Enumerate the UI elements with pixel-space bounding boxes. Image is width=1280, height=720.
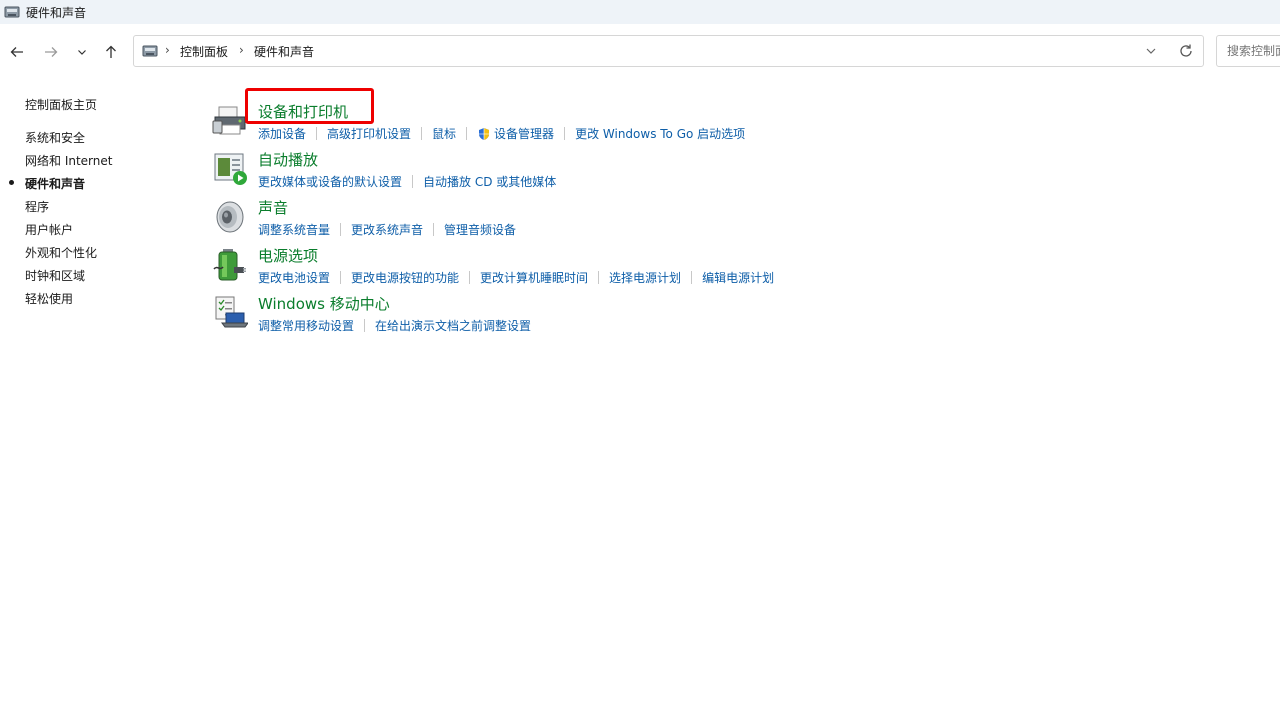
link-separator (364, 319, 366, 332)
forward-button[interactable] (39, 40, 63, 64)
sidebar-item-home[interactable]: 控制面板主页 (25, 96, 97, 113)
window-title: 硬件和声音 (26, 5, 87, 20)
breadcrumb-separator[interactable]: › (239, 43, 244, 57)
arrow-right-icon (45, 47, 58, 57)
link-separator (421, 127, 423, 140)
link-advanced-printer-settings[interactable]: 高级打印机设置 (327, 125, 411, 142)
category-title[interactable]: 自动播放 (258, 149, 318, 170)
category-links: 调整常用移动设置 在给出演示文档之前调整设置 (258, 317, 531, 334)
link-change-battery-settings[interactable]: 更改电池设置 (258, 269, 330, 286)
laptop-icon (215, 296, 248, 328)
refresh-icon[interactable] (1177, 42, 1195, 60)
category-links: 调整系统音量 更改系统声音 管理音频设备 (258, 221, 516, 238)
active-bullet (9, 180, 14, 185)
category-title[interactable]: Windows 移动中心 (258, 293, 390, 314)
sidebar-item-user-accounts[interactable]: 用户帐户 (25, 221, 73, 238)
link-device-manager-label: 设备管理器 (494, 127, 555, 141)
link-change-media-defaults[interactable]: 更改媒体或设备的默认设置 (258, 173, 402, 190)
link-sleep-time[interactable]: 更改计算机睡眠时间 (480, 269, 588, 286)
printer-icon (212, 106, 246, 135)
link-add-device[interactable]: 添加设备 (258, 125, 306, 142)
breadcrumb-separator[interactable]: › (165, 43, 170, 57)
breadcrumb-control-panel[interactable]: 控制面板 (180, 43, 228, 60)
sidebar-item-programs[interactable]: 程序 (25, 198, 49, 215)
link-power-button-function[interactable]: 更改电源按钮的功能 (351, 269, 459, 286)
uac-shield-icon (479, 127, 490, 140)
control-panel-icon (142, 45, 158, 57)
arrow-up-icon (106, 45, 116, 58)
breadcrumb-hardware-sound[interactable]: 硬件和声音 (254, 43, 314, 60)
sidebar-item-appearance[interactable]: 外观和个性化 (25, 244, 97, 261)
category-autoplay: 自动播放 更改媒体或设备的默认设置 自动播放 CD 或其他媒体 (212, 151, 1212, 197)
link-separator (469, 271, 471, 284)
link-adjust-mobility-settings[interactable]: 调整常用移动设置 (258, 317, 354, 334)
link-separator (316, 127, 318, 140)
category-title[interactable]: 设备和打印机 (258, 101, 348, 122)
category-links: 添加设备 高级打印机设置 鼠标 设备管理器 更改 Windows To Go 启… (258, 125, 745, 142)
sidebar-item-clock-region[interactable]: 时钟和区域 (25, 267, 85, 284)
link-separator (412, 175, 414, 188)
link-separator (564, 127, 566, 140)
up-button[interactable] (99, 40, 123, 64)
link-separator (598, 271, 600, 284)
link-separator (691, 271, 693, 284)
category-links: 更改电池设置 更改电源按钮的功能 更改计算机睡眠时间 选择电源计划 编辑电源计划 (258, 269, 774, 286)
back-button[interactable] (5, 40, 29, 64)
category-mobility-center: Windows 移动中心 调整常用移动设置 在给出演示文档之前调整设置 (212, 295, 1212, 341)
link-choose-power-plan[interactable]: 选择电源计划 (609, 269, 681, 286)
chevron-down-icon[interactable] (1142, 42, 1160, 60)
category-title[interactable]: 声音 (258, 197, 288, 218)
sidebar-item-network[interactable]: 网络和 Internet (25, 152, 112, 169)
link-mouse[interactable]: 鼠标 (432, 125, 456, 142)
recent-locations-button[interactable] (70, 40, 94, 64)
link-separator (340, 271, 342, 284)
link-adjust-volume[interactable]: 调整系统音量 (258, 221, 330, 238)
control-panel-icon (4, 6, 20, 18)
category-devices-printers: 设备和打印机 添加设备 高级打印机设置 鼠标 设备管理器 更改 Windows … (212, 103, 1212, 149)
link-separator (433, 223, 435, 236)
link-separator (340, 223, 342, 236)
arrow-left-icon (10, 47, 23, 57)
sidebar-item-ease-of-access[interactable]: 轻松使用 (25, 290, 73, 307)
link-edit-power-plan[interactable]: 编辑电源计划 (702, 269, 774, 286)
link-separator (466, 127, 468, 140)
link-autoplay-cd[interactable]: 自动播放 CD 或其他媒体 (423, 173, 556, 190)
link-presentation-settings[interactable]: 在给出演示文档之前调整设置 (375, 317, 531, 334)
link-change-system-sounds[interactable]: 更改系统声音 (351, 221, 423, 238)
autoplay-icon (214, 153, 247, 185)
category-title[interactable]: 电源选项 (258, 245, 318, 266)
link-windows-to-go[interactable]: 更改 Windows To Go 启动选项 (575, 125, 745, 142)
chevron-down-icon (78, 50, 86, 55)
navigation-bar: › 控制面板 › 硬件和声音 (0, 32, 1280, 72)
sidebar-item-hardware-sound[interactable]: 硬件和声音 (25, 175, 85, 192)
search-input[interactable] (1216, 35, 1280, 67)
speaker-icon (216, 201, 244, 233)
category-power: 电源选项 更改电池设置 更改电源按钮的功能 更改计算机睡眠时间 选择电源计划 编… (212, 247, 1212, 293)
link-manage-audio-devices[interactable]: 管理音频设备 (444, 221, 516, 238)
battery-icon (213, 249, 246, 281)
category-links: 更改媒体或设备的默认设置 自动播放 CD 或其他媒体 (258, 173, 556, 190)
address-bar[interactable]: › 控制面板 › 硬件和声音 (133, 35, 1204, 67)
sidebar-item-system-security[interactable]: 系统和安全 (25, 129, 85, 146)
category-sound: 声音 调整系统音量 更改系统声音 管理音频设备 (212, 199, 1212, 245)
title-bar: 硬件和声音 (0, 0, 1280, 24)
link-device-manager[interactable]: 设备管理器 (477, 125, 554, 142)
